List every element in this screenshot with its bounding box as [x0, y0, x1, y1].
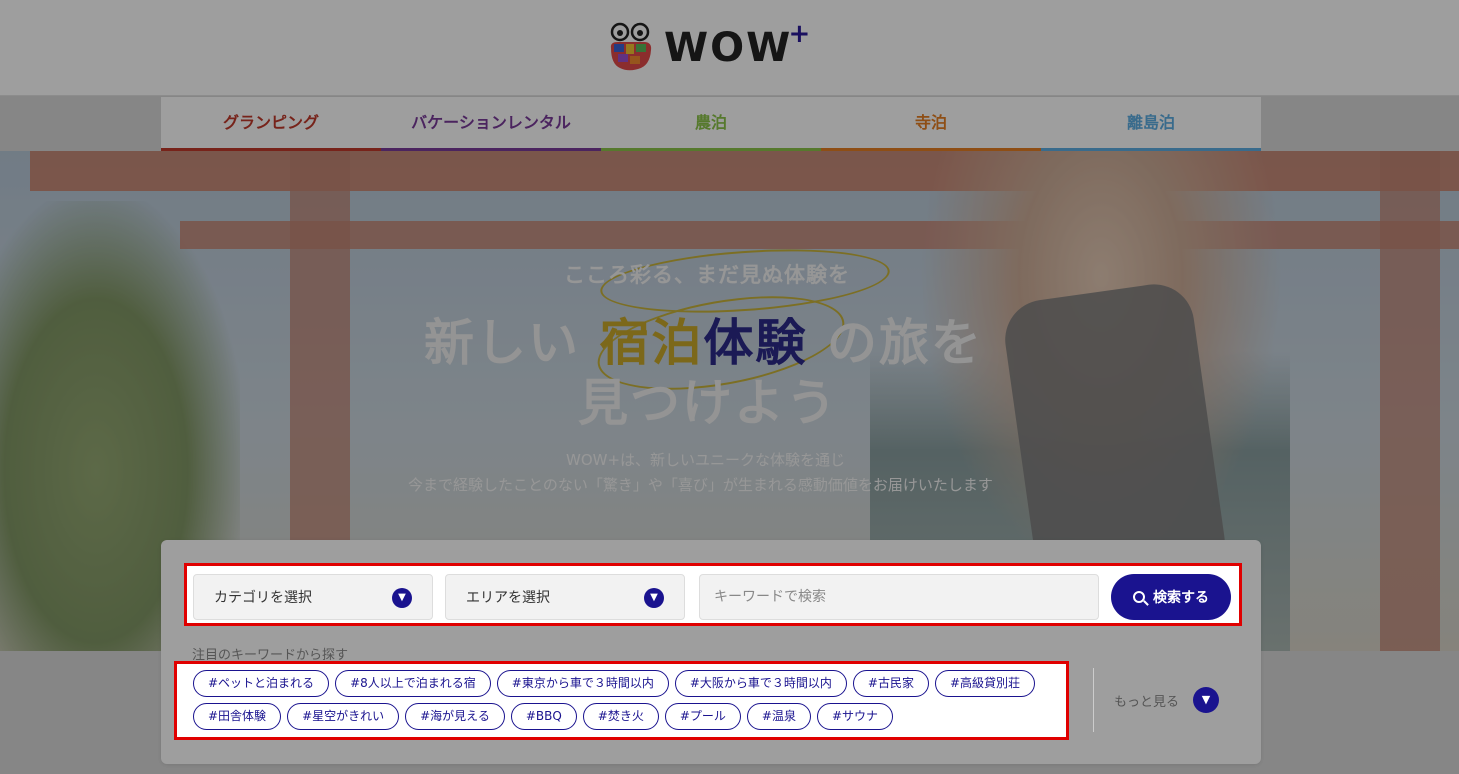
keyword-tag[interactable]: #プール	[664, 703, 741, 730]
nav-item-vacation-rental[interactable]: バケーションレンタル	[381, 97, 601, 151]
keyword-tag[interactable]: #焚き火	[582, 703, 659, 730]
more-keywords-button[interactable]: もっと見る ▼	[1093, 668, 1243, 732]
tag-row: #ペットと泊まれる #8人以上で泊まれる宿 #東京から車で３時間以内 #大阪から…	[193, 670, 1066, 697]
logo-text: WOW +	[664, 19, 813, 71]
logo-plus: +	[788, 19, 813, 49]
keyword-tag[interactable]: #温泉	[746, 703, 811, 730]
keyword-tag[interactable]: #星空がきれい	[287, 703, 400, 730]
site-header: WOW +	[0, 0, 1459, 96]
nav-item-island-stay[interactable]: 離島泊	[1041, 97, 1261, 151]
keyword-tag[interactable]: #古民家	[852, 670, 929, 697]
chevron-down-icon: ▼	[644, 588, 664, 608]
keyword-tag[interactable]: #高級貸別荘	[934, 670, 1036, 697]
keyword-tag[interactable]: #大阪から車で３時間以内	[674, 670, 847, 697]
keyword-tag[interactable]: #BBQ	[510, 703, 577, 730]
keyword-tag[interactable]: #ペットと泊まれる	[193, 670, 330, 697]
category-nav: グランピング バケーションレンタル 農泊 寺泊 離島泊	[161, 97, 1261, 151]
hero-title-line2: 見つけよう	[578, 374, 838, 432]
logo-mark-icon	[608, 22, 654, 74]
search-button[interactable]: 検索する	[1111, 574, 1231, 620]
search-form: カテゴリを選択 ▼ エリアを選択 ▼ 検索する	[184, 563, 1242, 626]
chevron-down-icon: ▼	[1193, 687, 1220, 713]
nav-item-farm-stay[interactable]: 農泊	[601, 97, 821, 151]
search-icon	[1133, 591, 1145, 603]
keyword-tag[interactable]: #8人以上で泊まれる宿	[335, 670, 491, 697]
nav-item-glamping[interactable]: グランピング	[161, 97, 381, 151]
chevron-down-icon: ▼	[392, 588, 412, 608]
keyword-input[interactable]	[699, 574, 1099, 620]
area-select[interactable]: エリアを選択 ▼	[445, 574, 685, 620]
keyword-tags: #ペットと泊まれる #8人以上で泊まれる宿 #東京から車で３時間以内 #大阪から…	[174, 661, 1069, 740]
keyword-tag[interactable]: #海が見える	[405, 703, 505, 730]
tag-row: #田舎体験 #星空がきれい #海が見える #BBQ #焚き火 #プール #温泉 …	[193, 703, 1066, 730]
keyword-tag[interactable]: #サウナ	[816, 703, 894, 730]
hero-description: 今まで経験したことのない「驚き」や「喜び」が生まれる感動価値をお届けいたします	[408, 476, 993, 494]
category-select[interactable]: カテゴリを選択 ▼	[193, 574, 433, 620]
keyword-tag[interactable]: #東京から車で３時間以内	[496, 670, 669, 697]
keyword-tag[interactable]: #田舎体験	[193, 703, 282, 730]
hero-description: WOW+は、新しいユニークな体験を通じ	[566, 451, 846, 469]
logo[interactable]: WOW +	[608, 19, 813, 74]
hero-catch-copy: こころ彩る、まだ見ぬ体験を	[564, 263, 850, 287]
nav-item-temple-stay[interactable]: 寺泊	[821, 97, 1041, 151]
